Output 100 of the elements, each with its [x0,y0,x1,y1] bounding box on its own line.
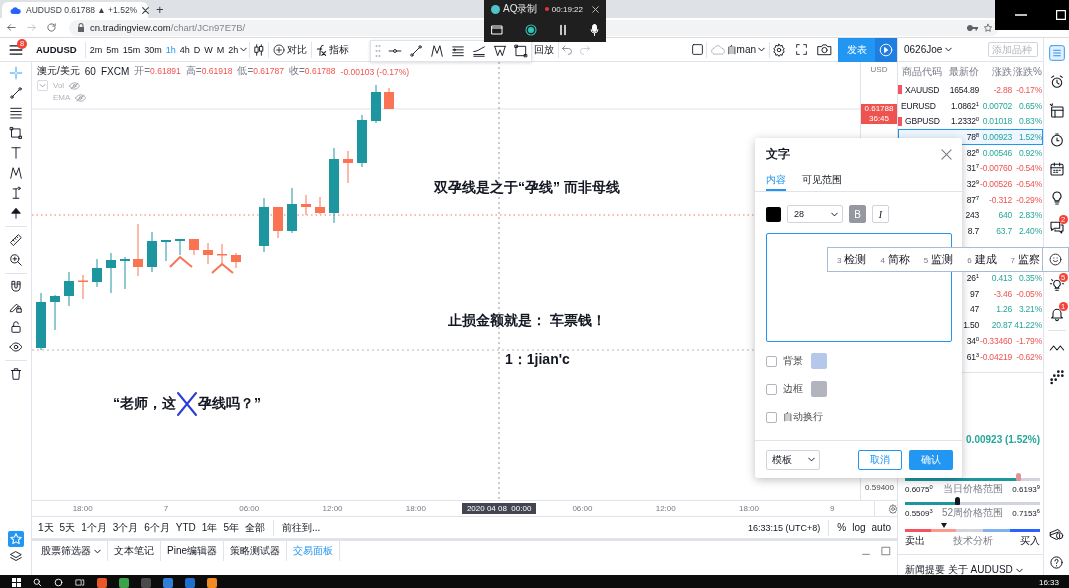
search-icon[interactable] [33,578,42,587]
panel-tab[interactable]: 策略测试器 [224,541,287,561]
range-button[interactable]: 1年 [201,520,218,535]
settings-icon[interactable] [772,42,786,57]
watchlist-row[interactable]: EURUSD 1.0862$^{1}$ 0.00702 0.65% [898,97,1043,114]
goto-date-button[interactable]: 前往到... [281,520,321,535]
interval-button[interactable]: 5m [104,39,121,60]
money-stack-icon[interactable] [1049,527,1064,542]
calendar-icon[interactable] [1048,160,1065,177]
range-button[interactable]: 全部 [244,520,265,535]
panel-tab[interactable]: 股票筛选器 [35,541,108,561]
select-caret-icon[interactable] [808,457,815,462]
pattern-icon[interactable] [8,166,23,180]
magnet-icon[interactable] [8,280,23,294]
color-swatch-icon[interactable] [811,381,827,397]
lock-icon[interactable] [8,320,23,334]
checkbox[interactable] [766,411,777,423]
column-header[interactable]: 涨跌% [1012,65,1042,79]
scale-button[interactable]: log [852,522,866,533]
interval-button[interactable]: M [214,39,227,60]
ruler-icon[interactable] [8,233,23,247]
alarm-clock-icon[interactable] [1048,73,1065,90]
timer-icon[interactable] [1048,131,1065,148]
symbol-button[interactable]: AUDUSD [32,37,83,62]
range-button[interactable]: 1个月 [81,520,107,535]
interval-button[interactable]: 2h [226,39,241,60]
microphone-icon[interactable] [589,24,599,36]
ime-candidate[interactable]: 5 监测 [923,252,954,267]
watchlist-name-button[interactable]: 0626Joe [904,44,953,55]
ime-candidate[interactable]: 3 检测 [837,252,867,267]
drag-handle-icon[interactable] [375,44,381,58]
interval-button[interactable]: 4h [177,39,192,60]
panel-tab[interactable]: Pine编辑器 [161,541,224,561]
clock-text[interactable]: 16:33:15 (UTC+8) [747,522,821,533]
template-select[interactable]: 模板 [766,449,820,470]
record-icon[interactable] [524,24,537,36]
task-view-icon[interactable] [75,578,85,587]
reload-icon[interactable] [46,22,57,33]
checkbox[interactable] [766,355,777,367]
circle-icon[interactable] [54,578,63,587]
range-button[interactable]: 6个月 [144,520,170,535]
window-icon[interactable] [491,25,503,35]
layout-button[interactable]: 自man [708,39,767,60]
news-caret-icon[interactable] [1015,567,1023,573]
trend-line-icon[interactable] [409,44,423,58]
ime-candidate[interactable]: 4 简称 [880,252,910,267]
app-tile-icon[interactable] [97,578,107,588]
dropdown-caret-icon[interactable] [94,548,101,554]
dialog-tab[interactable]: 可见范围 [802,170,842,191]
windows-logo-icon[interactable] [12,578,21,587]
eye-icon[interactable] [8,340,23,354]
interval-button[interactable]: 15m [120,39,143,60]
app-tile-icon[interactable] [185,578,195,588]
menu-icon[interactable] [9,43,23,56]
parallel-lines-icon[interactable] [451,44,465,58]
new-tab-button[interactable]: + [152,2,168,18]
column-header[interactable]: 涨跌 [979,65,1012,79]
fib-lines-icon[interactable] [8,106,23,120]
dots-grid-icon[interactable] [1048,368,1065,385]
app-tile-icon[interactable] [141,578,151,588]
interval-button[interactable]: 2m [87,39,105,60]
range-button[interactable]: YTD [175,522,196,533]
pattern-icon[interactable] [430,44,444,58]
zoom-in-icon[interactable] [8,253,23,267]
help-icon[interactable] [1049,555,1064,570]
pause-icon[interactable] [558,24,569,36]
star-icon[interactable] [983,22,993,33]
layers-icon[interactable] [8,550,23,564]
add-symbol-field[interactable]: 添加品种 [988,42,1038,57]
square-icon[interactable] [690,43,704,56]
interval-button[interactable]: 30m [142,39,164,60]
panel-tab[interactable]: 文本笔记 [108,541,161,561]
close-icon[interactable] [142,6,150,14]
trend-line-icon[interactable] [8,86,23,100]
font-size-select[interactable]: 28 [787,205,843,223]
scale-button[interactable]: % [837,522,847,533]
range-button[interactable]: 3个月 [112,520,139,535]
app-tile-icon[interactable] [163,578,173,588]
back-icon[interactable] [6,22,17,33]
smiley-icon[interactable] [1049,253,1062,266]
watchlist-caret-icon[interactable] [945,47,953,52]
column-header[interactable]: 最新价 [945,65,979,79]
layout-caret-icon[interactable] [758,47,765,52]
watchlist-row[interactable]: XAUUSD 1654.89 -2.88 -0.17% [898,82,1043,98]
color-swatch-icon[interactable] [766,206,781,222]
camera-icon[interactable] [817,43,832,56]
star-icon[interactable] [7,531,24,547]
news-button[interactable]: 新闻提要 关于 AUDUSD [905,563,1040,577]
watchlist-row[interactable]: GBPUSD 1.2332$^{0}$ 0.01018 0.83% [898,113,1043,130]
trash-icon[interactable] [8,367,23,381]
indicators-button[interactable]: 指标 [314,39,352,60]
color-swatch-icon[interactable] [811,353,827,369]
lightbulb-icon[interactable] [1048,276,1065,293]
compare-button[interactable]: 对比 [271,39,310,60]
italic-button[interactable]: I [872,205,889,223]
square-icon[interactable] [514,44,528,58]
xabcd-pattern-icon[interactable] [493,44,507,58]
close-icon[interactable] [592,5,599,13]
key-icon[interactable] [967,24,978,31]
select-caret-icon[interactable] [831,211,838,217]
